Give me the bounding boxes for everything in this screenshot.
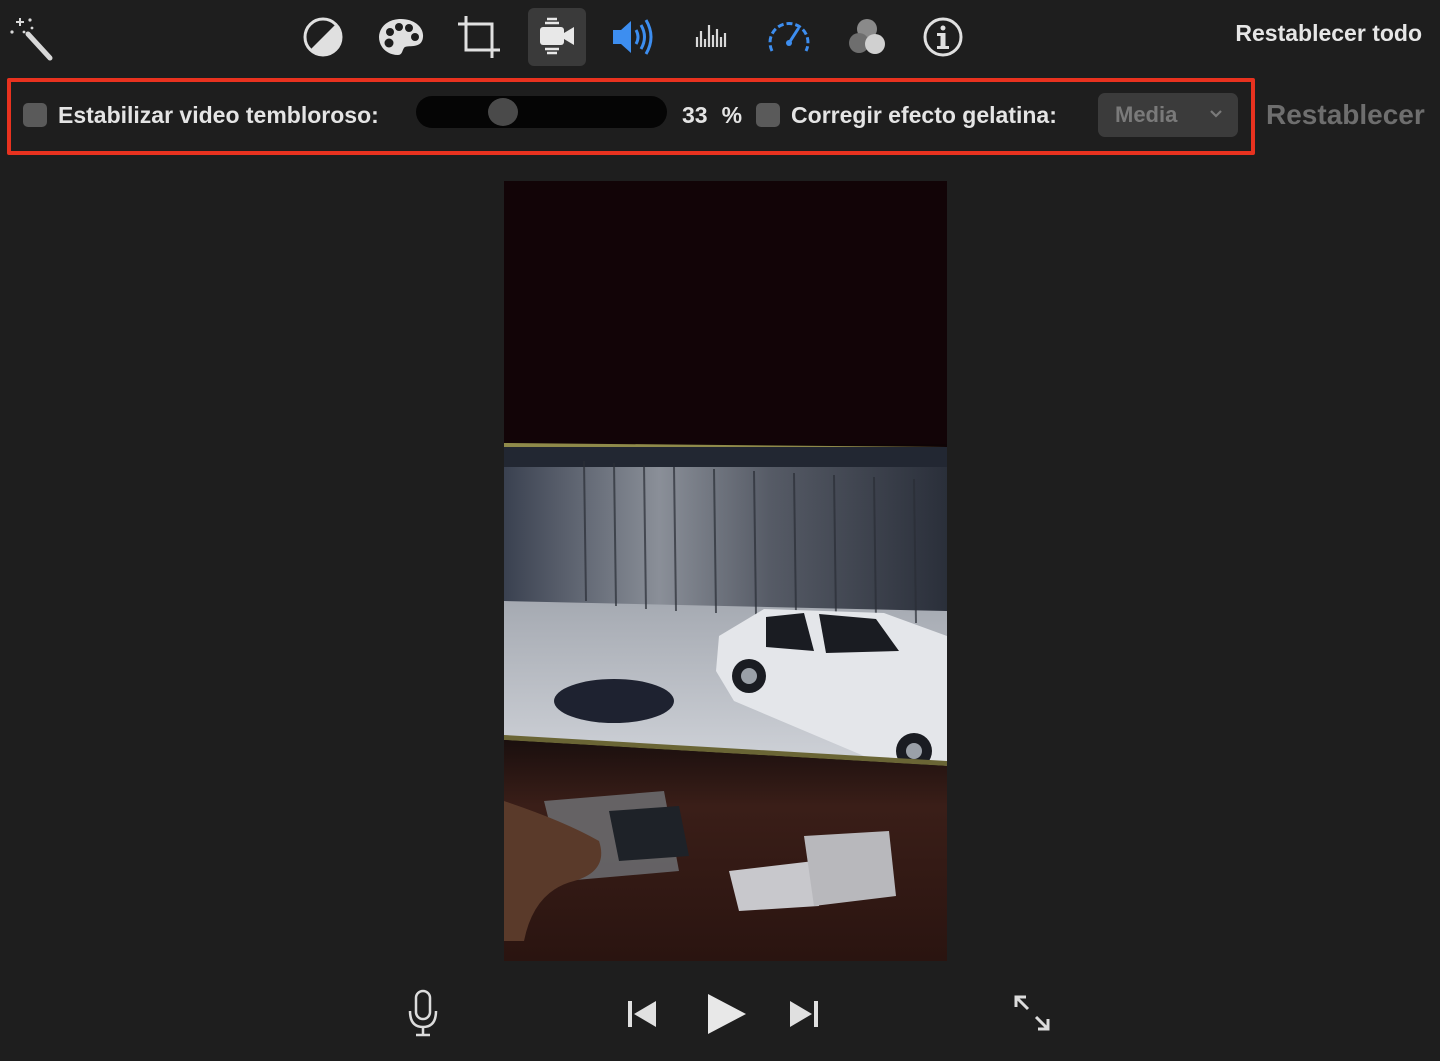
reset-all-button[interactable]: Restablecer todo bbox=[1235, 20, 1422, 47]
video-preview bbox=[504, 181, 947, 961]
crop-icon[interactable] bbox=[450, 8, 508, 66]
volume-icon[interactable] bbox=[604, 8, 662, 66]
skip-forward-icon[interactable] bbox=[784, 996, 824, 1032]
speed-icon[interactable] bbox=[760, 8, 818, 66]
inspector-toolbar: Restablecer todo bbox=[0, 0, 1440, 75]
fullscreen-icon[interactable] bbox=[1008, 990, 1056, 1036]
stabilize-group: Estabilizar video tembloroso: bbox=[23, 95, 379, 135]
microphone-icon[interactable] bbox=[404, 988, 442, 1040]
stabilize-slider[interactable] bbox=[416, 96, 667, 128]
play-icon[interactable] bbox=[700, 990, 750, 1038]
stabilization-camera-icon[interactable] bbox=[528, 8, 586, 66]
percent-group: 33 % Corregir efecto gelatina: bbox=[682, 95, 1057, 135]
stabilize-percent-value[interactable]: 33 bbox=[682, 102, 708, 129]
stabilize-slider-thumb[interactable] bbox=[488, 98, 518, 126]
filters-icon[interactable] bbox=[838, 8, 896, 66]
skip-back-icon[interactable] bbox=[622, 996, 662, 1032]
percent-sign: % bbox=[721, 101, 743, 128]
rolling-shutter-selected: Media bbox=[1115, 102, 1178, 127]
rolling-shutter-checkbox[interactable] bbox=[756, 103, 781, 127]
equalizer-icon[interactable] bbox=[682, 8, 740, 66]
video-frame-image bbox=[504, 181, 947, 961]
color-balance-icon[interactable] bbox=[294, 8, 352, 66]
stabilize-label: Estabilizar video tembloroso: bbox=[58, 101, 379, 128]
reset-button[interactable]: Restablecer bbox=[1266, 99, 1425, 131]
palette-icon[interactable] bbox=[372, 8, 430, 66]
rolling-shutter-dropdown[interactable]: Media bbox=[1098, 93, 1238, 137]
rolling-shutter-label: Corregir efecto gelatina: bbox=[791, 101, 1057, 128]
magic-wand-icon[interactable] bbox=[2, 8, 60, 66]
chevron-down-icon bbox=[1210, 110, 1222, 118]
info-icon[interactable] bbox=[914, 8, 972, 66]
stabilize-checkbox[interactable] bbox=[23, 103, 47, 127]
